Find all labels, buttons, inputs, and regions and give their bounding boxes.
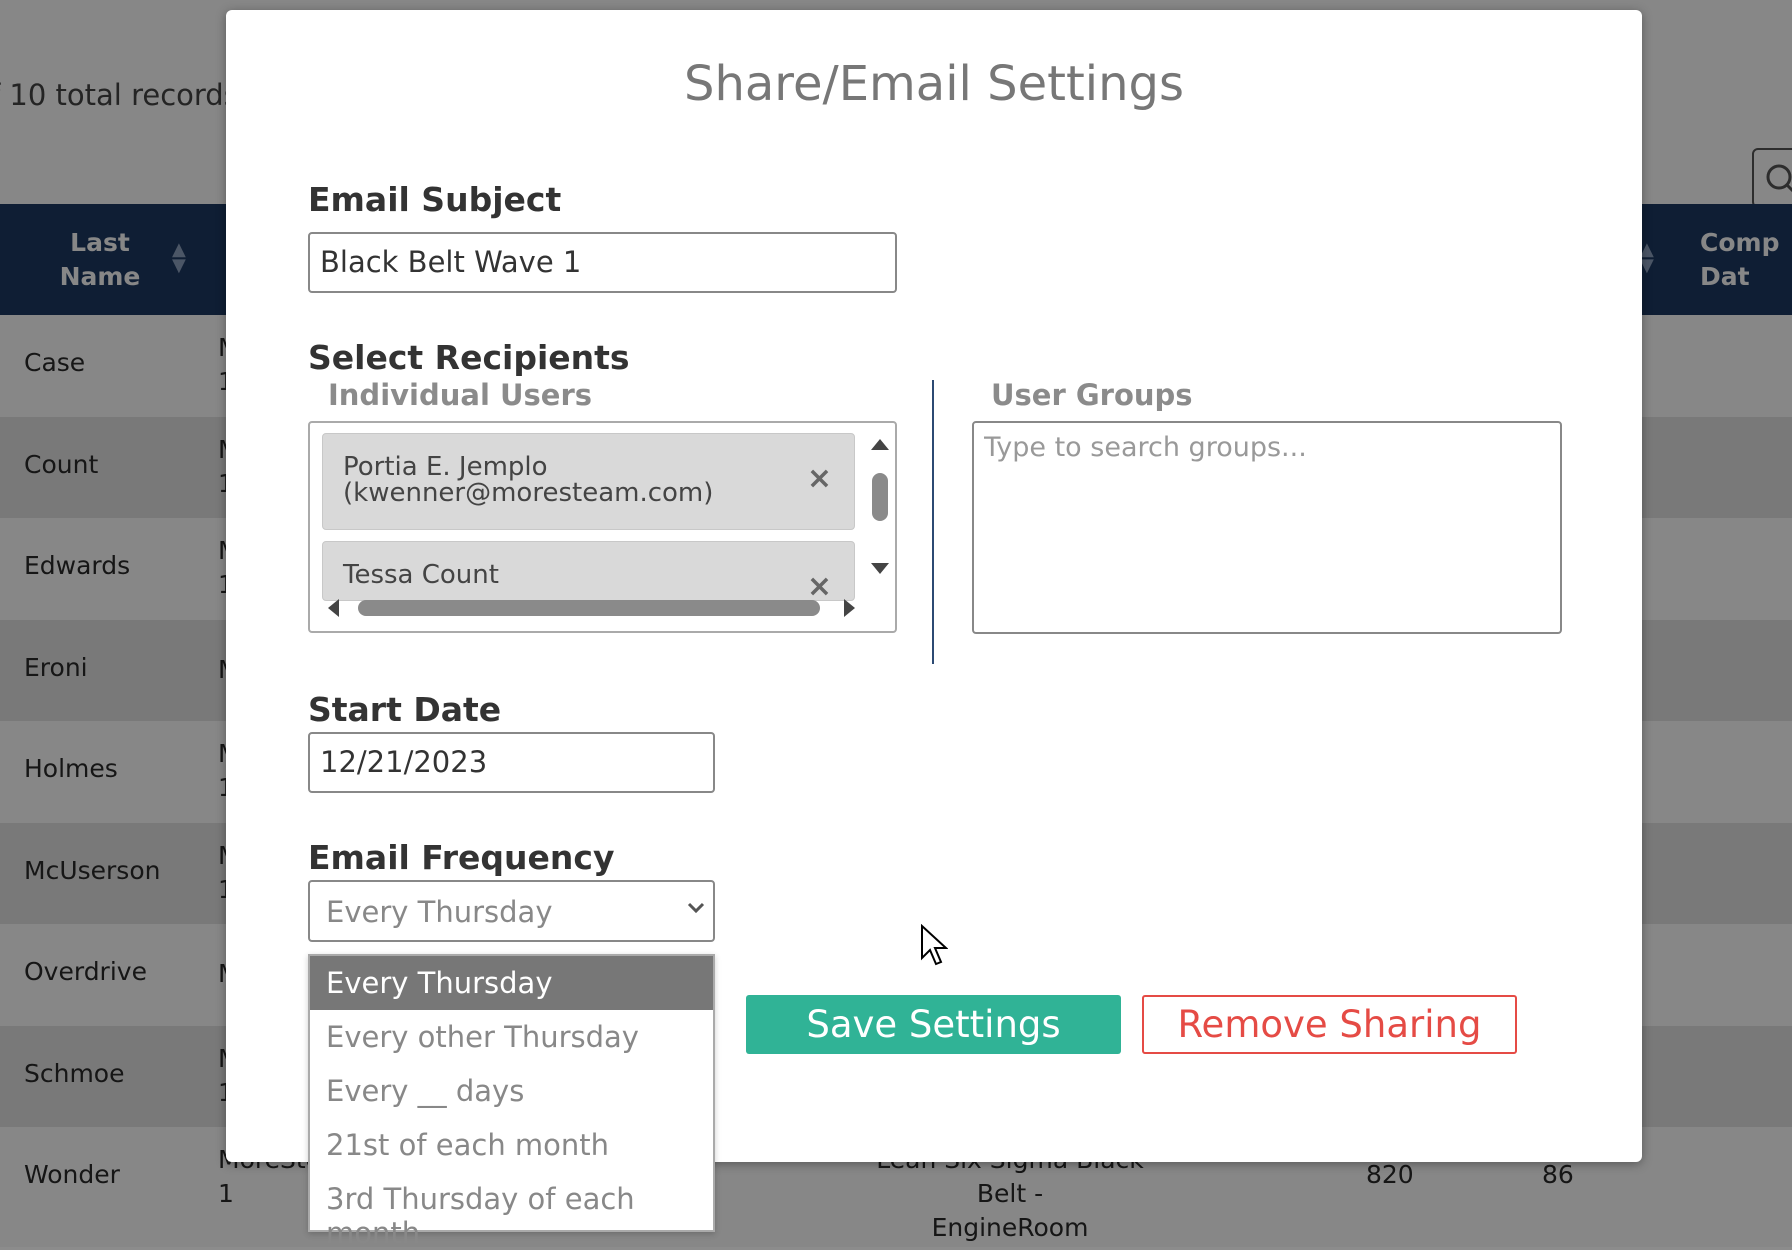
email-frequency-select[interactable]: Every Thursday (308, 880, 715, 942)
frequency-option[interactable]: Every Thursday (310, 956, 713, 1010)
select-recipients-label: Select Recipients (308, 338, 630, 377)
scroll-up-arrow-icon[interactable] (871, 439, 889, 450)
user-groups-label: User Groups (991, 378, 1193, 412)
close-icon[interactable]: × (807, 464, 832, 494)
chevron-down-icon (683, 894, 709, 926)
recipient-email: (kwenner@moresteam.com) (343, 478, 714, 508)
email-subject-label: Email Subject (308, 180, 562, 219)
horizontal-scrollbar-thumb[interactable] (358, 600, 820, 616)
remove-sharing-button[interactable]: Remove Sharing (1142, 995, 1517, 1054)
recipients-divider (932, 380, 934, 664)
scroll-left-arrow-icon[interactable] (328, 599, 339, 617)
user-groups-field[interactable] (972, 421, 1562, 634)
individual-users-list[interactable]: Portia E. Jemplo (kwenner@moresteam.com)… (308, 421, 897, 633)
share-email-settings-modal: Share/Email Settings Email Subject Black… (226, 10, 1642, 1250)
frequency-option[interactable]: 3rd Thursday of each month (310, 1172, 713, 1250)
frequency-option[interactable]: Every other Thursday (310, 1010, 713, 1064)
recipient-chip: Tessa Count × (322, 541, 855, 602)
close-icon[interactable]: × (807, 572, 832, 602)
save-settings-button[interactable]: Save Settings (746, 995, 1121, 1054)
email-frequency-options: Every Thursday Every other Thursday Ever… (308, 954, 715, 1250)
modal-title: Share/Email Settings (684, 56, 1184, 112)
individual-users-label: Individual Users (328, 378, 593, 412)
recipient-name: Portia E. Jemplo (343, 452, 548, 482)
start-date-label: Start Date (308, 690, 502, 729)
vertical-scrollbar-thumb[interactable] (872, 473, 888, 521)
mouse-cursor-icon (921, 924, 948, 966)
recipient-name: Tessa Count (343, 560, 499, 590)
start-date-input[interactable]: 12/21/2023 (308, 732, 715, 793)
email-frequency-label: Email Frequency (308, 838, 615, 877)
frequency-option[interactable]: Every __ days (310, 1064, 713, 1118)
frequency-option[interactable]: 21st of each month (310, 1118, 713, 1172)
email-subject-input[interactable]: Black Belt Wave 1 (308, 232, 897, 293)
email-frequency-value: Every Thursday (326, 895, 553, 929)
scroll-right-arrow-icon[interactable] (844, 599, 855, 617)
recipient-chip: Portia E. Jemplo (kwenner@moresteam.com)… (322, 433, 855, 530)
user-groups-search-input[interactable] (982, 431, 1546, 464)
scroll-down-arrow-icon[interactable] (871, 563, 889, 574)
